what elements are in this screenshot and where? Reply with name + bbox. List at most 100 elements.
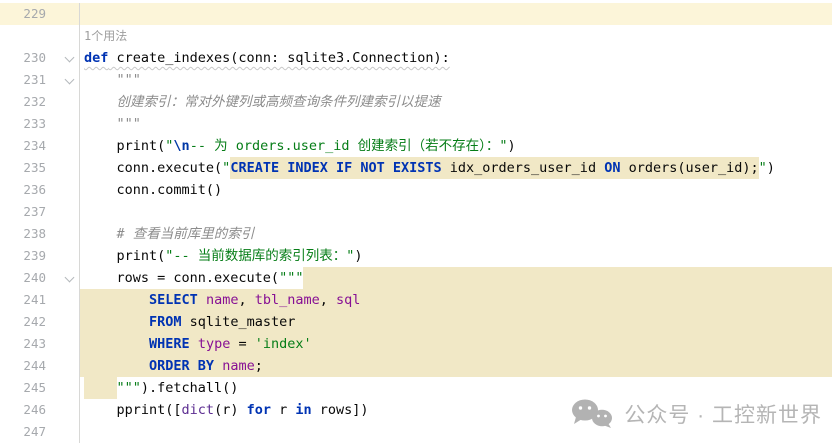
code-line-245[interactable]: 245 """).fetchall() xyxy=(0,377,832,399)
code-line-233[interactable]: 233 """ xyxy=(0,113,832,135)
fold-chevron-down-icon[interactable] xyxy=(65,76,73,84)
code-token: " xyxy=(499,135,507,157)
code-token: print( xyxy=(84,245,165,267)
code-line-229[interactable]: 229 xyxy=(0,3,832,25)
code-line-235[interactable]: 235 conn.execute("CREATE INDEX IF NOT EX… xyxy=(0,157,832,179)
line-number[interactable]: 245 xyxy=(23,377,46,399)
gutter[interactable]: 231 xyxy=(0,69,80,91)
gutter[interactable]: 237 xyxy=(0,201,80,223)
code-token: ).fetchall() xyxy=(141,377,239,399)
gutter[interactable]: 235 xyxy=(0,157,80,179)
line-number[interactable]: 231 xyxy=(23,69,46,91)
code-line-241[interactable]: 241 SELECT name, tbl_name, sql xyxy=(0,289,832,311)
code-content: 创建索引：常对外键列或高频查询条件列建索引以提速 xyxy=(80,91,832,113)
code-token xyxy=(84,377,117,399)
code-content: """).fetchall() xyxy=(80,377,832,399)
line-number[interactable]: 234 xyxy=(23,135,46,157)
line-number[interactable]: 244 xyxy=(23,355,46,377)
code-token: type xyxy=(198,333,231,355)
line-number[interactable]: 238 xyxy=(23,223,46,245)
code-token: orders(user_id); xyxy=(620,157,758,179)
code-token: """ xyxy=(279,267,303,289)
code-token: , xyxy=(320,289,336,311)
gutter[interactable]: 244 xyxy=(0,355,80,377)
gutter[interactable]: 234 xyxy=(0,135,80,157)
line-number[interactable]: 241 xyxy=(23,289,46,311)
code-token: """ xyxy=(84,69,141,91)
gutter[interactable]: 239 xyxy=(0,245,80,267)
gutter[interactable]: 243 xyxy=(0,333,80,355)
code-line-234[interactable]: 234 print("\n-- 为 orders.user_id 创建索引（若不… xyxy=(0,135,832,157)
line-number[interactable]: 229 xyxy=(23,3,46,25)
code-line-237[interactable]: 237 xyxy=(0,201,832,223)
code-token: name xyxy=(222,355,255,377)
watermark: 公众号 · 工控新世界 xyxy=(570,399,822,429)
code-content: WHERE type = 'index' xyxy=(80,333,832,355)
code-line-244[interactable]: 244 ORDER BY name; xyxy=(0,355,832,377)
gutter[interactable]: 245 xyxy=(0,377,80,399)
line-number[interactable]: 236 xyxy=(23,179,46,201)
fold-chevron-down-icon[interactable] xyxy=(65,54,73,62)
line-number[interactable]: 230 xyxy=(23,47,46,69)
code-content xyxy=(80,201,832,223)
fold-chevron-down-icon[interactable] xyxy=(65,274,73,282)
inlay-hint-row[interactable]: 1个用法 xyxy=(0,25,832,47)
gutter[interactable]: 238 xyxy=(0,223,80,245)
code-token: FROM xyxy=(149,311,182,333)
line-number[interactable]: 237 xyxy=(23,201,46,223)
line-number[interactable]: 240 xyxy=(23,267,46,289)
code-line-231[interactable]: 231 """ xyxy=(0,69,832,91)
code-editor[interactable]: 2291个用法230 def create_indexes(conn: sqlit… xyxy=(0,0,832,441)
code-content: SELECT name, tbl_name, sql xyxy=(80,289,832,311)
code-token: ON xyxy=(604,157,620,179)
code-line-239[interactable]: 239 print("-- 当前数据库的索引列表：") xyxy=(0,245,832,267)
code-token: " xyxy=(222,157,230,179)
code-token: print( xyxy=(84,135,165,157)
line-number[interactable]: 232 xyxy=(23,91,46,113)
line-number[interactable]: 247 xyxy=(23,421,46,443)
code-token: " xyxy=(759,157,767,179)
line-number[interactable]: 239 xyxy=(23,245,46,267)
code-token: name xyxy=(206,289,239,311)
code-token: 创建索引：常对外键列或高频查询条件列建索引以提速 xyxy=(84,91,441,113)
line-number[interactable]: 233 xyxy=(23,113,46,135)
gutter[interactable] xyxy=(0,25,80,47)
gutter[interactable]: 242 xyxy=(0,311,80,333)
code-token xyxy=(84,311,149,333)
code-content: conn.execute("CREATE INDEX IF NOT EXISTS… xyxy=(80,157,832,179)
code-token: sqlite_master xyxy=(182,311,296,333)
code-line-238[interactable]: 238 # 查看当前库里的索引 xyxy=(0,223,832,245)
code-token: ) xyxy=(508,135,516,157)
gutter[interactable]: 240 xyxy=(0,267,80,289)
code-token: def xyxy=(84,47,108,69)
gutter[interactable]: 241 xyxy=(0,289,80,311)
code-line-240[interactable]: 240 rows = conn.execute(""" xyxy=(0,267,832,289)
code-line-242[interactable]: 242 FROM sqlite_master xyxy=(0,311,832,333)
code-content: print("\n-- 为 orders.user_id 创建索引（若不存在）：… xyxy=(80,135,832,157)
line-number[interactable]: 242 xyxy=(23,311,46,333)
line-number[interactable]: 235 xyxy=(23,157,46,179)
injected-fragment-highlight xyxy=(303,267,832,289)
gutter[interactable]: 229 xyxy=(0,3,80,25)
gutter[interactable]: 246 xyxy=(0,399,80,421)
gutter[interactable]: 232 xyxy=(0,91,80,113)
code-line-243[interactable]: 243 WHERE type = 'index' xyxy=(0,333,832,355)
gutter[interactable]: 233 xyxy=(0,113,80,135)
code-token: r xyxy=(271,399,295,421)
code-token: tbl_name xyxy=(255,289,320,311)
gutter[interactable]: 247 xyxy=(0,421,80,443)
code-content: def create_indexes(conn: sqlite3.Connect… xyxy=(80,47,832,69)
gutter[interactable]: 236 xyxy=(0,179,80,201)
code-line-230[interactable]: 230 def create_indexes(conn: sqlite3.Conn… xyxy=(0,47,832,69)
line-number[interactable]: 246 xyxy=(23,399,46,421)
code-line-236[interactable]: 236 conn.commit() xyxy=(0,179,832,201)
code-token: 'index' xyxy=(255,333,312,355)
code-line-232[interactable]: 232 创建索引：常对外键列或高频查询条件列建索引以提速 xyxy=(0,91,832,113)
line-number[interactable]: 243 xyxy=(23,333,46,355)
gutter[interactable]: 230 xyxy=(0,47,80,69)
code-token xyxy=(84,333,149,355)
code-token xyxy=(198,289,206,311)
code-token: -- 为 orders.user_id 创建索引（若不存在）： xyxy=(190,135,500,157)
code-content: print("-- 当前数据库的索引列表：") xyxy=(80,245,832,267)
code-token: ORDER BY xyxy=(149,355,214,377)
